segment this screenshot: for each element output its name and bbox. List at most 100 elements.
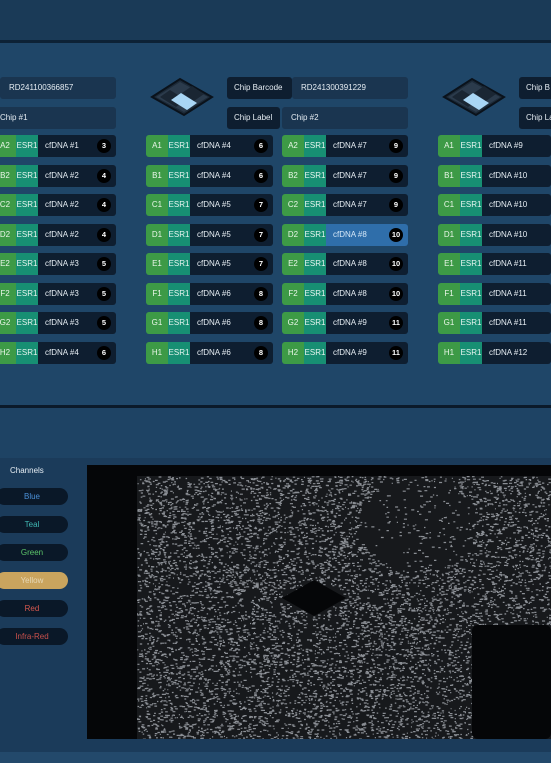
channel-button-yellow[interactable]: Yellow (0, 572, 68, 589)
well-row[interactable]: B1 ESR1 cfDNA #10 (438, 164, 551, 187)
well-position: C1 (438, 194, 460, 216)
well-sample: cfDNA #3 5 (38, 282, 116, 305)
well-row[interactable]: G2 ESR1 cfDNA #9 11 (282, 312, 408, 334)
well-count-badge: 10 (389, 286, 403, 301)
well-sample-label: cfDNA #5 (197, 259, 231, 268)
well-position: D1 (438, 223, 460, 246)
well-position: F1 (438, 282, 460, 305)
well-row[interactable]: E2 ESR1 cfDNA #3 5 (0, 253, 116, 275)
well-assay: ESR1 (16, 282, 38, 305)
well-row[interactable]: A1 ESR1 cfDNA #9 (438, 135, 551, 157)
well-sample-label: cfDNA #8 (333, 229, 367, 239)
well-sample: cfDNA #6 8 (190, 341, 273, 364)
channel-button-teal[interactable]: Teal (0, 516, 68, 533)
well-count-badge: 4 (97, 227, 111, 242)
well-row[interactable]: A2 ESR1 cfDNA #7 9 (282, 135, 408, 157)
well-sample: cfDNA #10 (482, 164, 551, 187)
well-row[interactable]: G2 ESR1 cfDNA #3 5 (0, 312, 116, 334)
channel-button-infra-red[interactable]: Infra-Red (0, 628, 68, 645)
well-position: E2 (282, 253, 304, 275)
well-sample-label: cfDNA #4 (45, 347, 79, 357)
well-position: D2 (0, 223, 16, 246)
well-count-badge: 5 (97, 286, 111, 301)
well-count-badge: 7 (254, 257, 268, 271)
chip-setup-panel: RD241100366857 Chip #1 A2 ESR1 cfDNA #1 3 B2… (0, 43, 551, 405)
well-sample-label: cfDNA #6 (197, 288, 231, 298)
well-assay: ESR1 (304, 194, 326, 216)
well-sample: cfDNA #2 4 (38, 194, 116, 216)
well-row[interactable]: E1 ESR1 cfDNA #11 (438, 253, 551, 275)
well-row[interactable]: D2 ESR1 cfDNA #2 4 (0, 223, 116, 246)
channel-button-red[interactable]: Red (0, 600, 68, 617)
well-row[interactable]: A1 ESR1 cfDNA #4 6 (146, 135, 273, 157)
bottom-strip (0, 752, 551, 763)
well-row[interactable]: H1 ESR1 cfDNA #12 (438, 341, 551, 364)
well-row[interactable]: C1 ESR1 cfDNA #5 7 (146, 194, 273, 216)
well-row[interactable]: B2 ESR1 cfDNA #7 9 (282, 164, 408, 187)
well-sample-label: cfDNA #7 (333, 200, 367, 209)
well-count-badge: 8 (254, 286, 268, 301)
well-sample: cfDNA #2 4 (38, 223, 116, 246)
well-row[interactable]: E1 ESR1 cfDNA #5 7 (146, 253, 273, 275)
well-row[interactable]: F2 ESR1 cfDNA #3 5 (0, 282, 116, 305)
well-position: A2 (282, 135, 304, 157)
chip2-barcode-field[interactable]: RD241300391229 (292, 77, 408, 99)
chip1-label-field[interactable]: Chip #1 (0, 107, 116, 129)
well-sample-label: cfDNA #5 (197, 229, 231, 239)
chip1-barcode-field[interactable]: RD241100366857 (0, 77, 116, 99)
well-assay: ESR1 (304, 282, 326, 305)
well-assay: ESR1 (16, 312, 38, 334)
well-sample: cfDNA #7 9 (326, 135, 408, 157)
well-sample: cfDNA #9 11 (326, 312, 408, 334)
well-row[interactable]: H1 ESR1 cfDNA #6 8 (146, 341, 273, 364)
well-row[interactable]: H2 ESR1 cfDNA #9 11 (282, 341, 408, 364)
well-row[interactable]: D1 ESR1 cfDNA #10 (438, 223, 551, 246)
well-row[interactable]: D2 ESR1 cfDNA #8 10 (282, 223, 408, 246)
well-assay: ESR1 (460, 341, 482, 364)
well-row[interactable]: C1 ESR1 cfDNA #10 (438, 194, 551, 216)
image-viewer[interactable] (87, 465, 551, 739)
well-count-badge: 7 (254, 227, 268, 242)
well-count-badge: 9 (389, 139, 403, 153)
well-position: F2 (282, 282, 304, 305)
well-position: D2 (282, 223, 304, 246)
well-row[interactable]: H2 ESR1 cfDNA #4 6 (0, 341, 116, 364)
well-row[interactable]: F1 ESR1 cfDNA #11 (438, 282, 551, 305)
well-position: E1 (438, 253, 460, 275)
chip2-label-field[interactable]: Chip #2 (282, 107, 408, 129)
well-row[interactable]: G1 ESR1 cfDNA #6 8 (146, 312, 273, 334)
well-row[interactable]: F1 ESR1 cfDNA #6 8 (146, 282, 273, 305)
well-row[interactable]: G1 ESR1 cfDNA #11 (438, 312, 551, 334)
well-position: G2 (282, 312, 304, 334)
channels-title: Channels (10, 466, 44, 475)
well-row[interactable]: E2 ESR1 cfDNA #8 10 (282, 253, 408, 275)
well-sample: cfDNA #3 5 (38, 253, 116, 275)
well-row[interactable]: F2 ESR1 cfDNA #8 10 (282, 282, 408, 305)
well-row[interactable]: C2 ESR1 cfDNA #7 9 (282, 194, 408, 216)
well-row[interactable]: D1 ESR1 cfDNA #5 7 (146, 223, 273, 246)
well-row[interactable]: B2 ESR1 cfDNA #2 4 (0, 164, 116, 187)
well-count-badge: 8 (254, 316, 268, 330)
well-position: F1 (146, 282, 168, 305)
well-assay: ESR1 (168, 223, 190, 246)
well-count-badge: 9 (389, 168, 403, 183)
channel-button-green[interactable]: Green (0, 544, 68, 561)
well-assay: ESR1 (16, 135, 38, 157)
well-count-badge: 4 (97, 198, 111, 212)
well-position: H2 (282, 341, 304, 364)
well-sample: cfDNA #1 3 (38, 135, 116, 157)
well-count-badge: 3 (97, 139, 111, 153)
well-row[interactable]: C2 ESR1 cfDNA #2 4 (0, 194, 116, 216)
well-assay: ESR1 (168, 194, 190, 216)
well-sample: cfDNA #3 5 (38, 312, 116, 334)
channel-button-blue[interactable]: Blue (0, 488, 68, 505)
well-row[interactable]: A2 ESR1 cfDNA #1 3 (0, 135, 116, 157)
well-row[interactable]: B1 ESR1 cfDNA #4 6 (146, 164, 273, 187)
middle-band (0, 408, 551, 458)
well-sample: cfDNA #11 (482, 282, 551, 305)
well-count-badge: 9 (389, 198, 403, 212)
well-sample: cfDNA #10 (482, 223, 551, 246)
well-count-badge: 6 (254, 139, 268, 153)
well-position: B1 (146, 164, 168, 187)
top-bar (0, 0, 551, 40)
